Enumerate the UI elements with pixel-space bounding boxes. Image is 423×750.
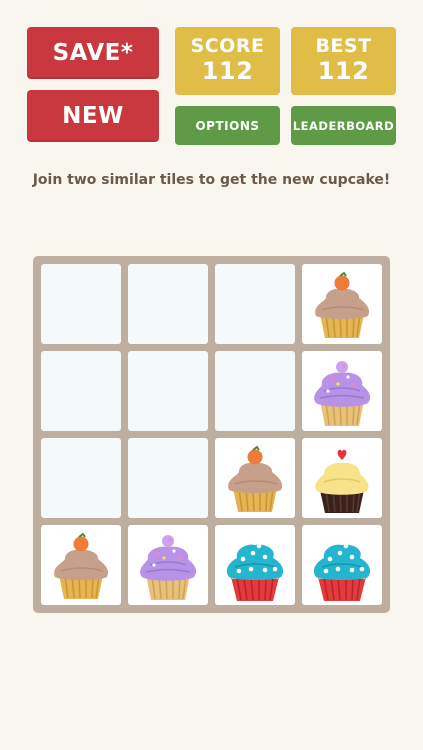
instruction-text: Join two similar tiles to get the new cu…	[32, 172, 391, 188]
game-board[interactable]	[33, 256, 390, 613]
empty-tile	[215, 351, 295, 431]
cupcake-tile	[215, 438, 295, 518]
cupcake-tile	[302, 438, 382, 518]
empty-tile	[41, 264, 121, 344]
new-button[interactable]: NEW	[27, 90, 159, 142]
cupcake-tile	[302, 525, 382, 605]
best-box: BEST 112	[291, 27, 396, 95]
score-label: SCORE	[190, 35, 265, 58]
best-label: BEST	[315, 35, 372, 58]
cupcake-tile	[41, 525, 121, 605]
empty-tile	[128, 351, 208, 431]
empty-tile	[215, 264, 295, 344]
cupcake-tile	[302, 264, 382, 344]
score-box: SCORE 112	[175, 27, 280, 95]
score-value: 112	[201, 57, 254, 86]
cupcake-tile	[302, 351, 382, 431]
empty-tile	[41, 351, 121, 431]
empty-tile	[128, 264, 208, 344]
empty-tile	[41, 438, 121, 518]
cupcake-tile	[215, 525, 295, 605]
best-value: 112	[317, 57, 370, 86]
save-button[interactable]: SAVE*	[27, 27, 159, 79]
cupcake-tile	[128, 525, 208, 605]
leaderboard-button[interactable]: LEADERBOARD	[291, 106, 396, 145]
empty-tile	[128, 438, 208, 518]
options-button[interactable]: OPTIONS	[175, 106, 280, 145]
